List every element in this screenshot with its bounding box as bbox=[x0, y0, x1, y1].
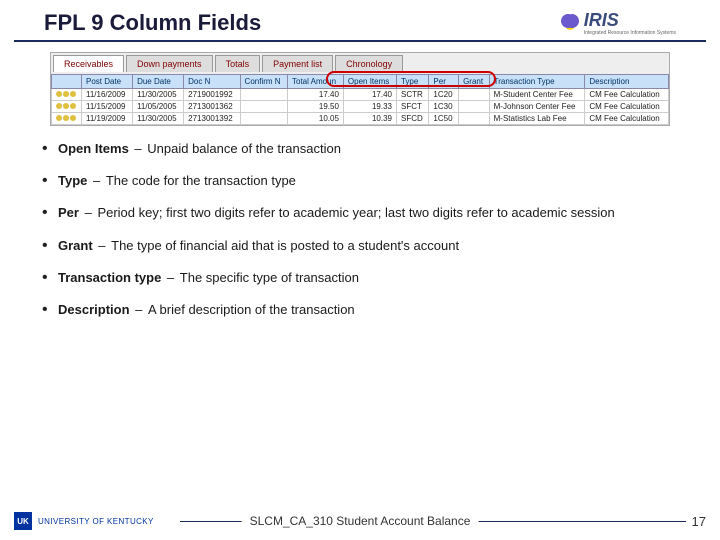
table-row: 11/16/200911/30/2005271900199217.4017.40… bbox=[52, 89, 669, 101]
data-table: Post Date Due Date Doc N Confirm N Total… bbox=[51, 74, 669, 125]
uk-logo: UK UNIVERSITY OF KENTUCKY bbox=[14, 512, 160, 530]
col-total-amount: Total Amoun bbox=[288, 75, 344, 89]
bullet-term: Grant bbox=[58, 238, 93, 253]
bullet-desc: The type of financial aid that is posted… bbox=[111, 238, 459, 253]
row-status-icon bbox=[52, 101, 82, 113]
bullet-item: Per – Period key; first two digits refer… bbox=[36, 204, 684, 222]
field-definitions: Open Items – Unpaid balance of the trans… bbox=[36, 140, 684, 319]
col-confirm-n: Confirm N bbox=[240, 75, 287, 89]
col-grant: Grant bbox=[459, 75, 490, 89]
bullet-term: Type bbox=[58, 173, 87, 188]
col-post-date: Post Date bbox=[82, 75, 133, 89]
bullet-item: Type – The code for the transaction type bbox=[36, 172, 684, 190]
row-status-icon bbox=[52, 113, 82, 125]
tab-down-payments: Down payments bbox=[126, 55, 213, 72]
bullet-item: Transaction type – The specific type of … bbox=[36, 269, 684, 287]
uk-logo-text: UNIVERSITY OF KENTUCKY bbox=[38, 517, 154, 526]
tab-chronology: Chronology bbox=[335, 55, 403, 72]
bullet-item: Grant – The type of financial aid that i… bbox=[36, 237, 684, 255]
page-number: 17 bbox=[686, 514, 706, 529]
bullet-desc: The specific type of transaction bbox=[180, 270, 359, 285]
tab-totals: Totals bbox=[215, 55, 261, 72]
slide-title: FPL 9 Column Fields bbox=[44, 10, 261, 36]
bullet-term: Open Items bbox=[58, 141, 129, 156]
col-type: Type bbox=[396, 75, 428, 89]
table-row: 11/15/200911/05/2005271300136219.5019.33… bbox=[52, 101, 669, 113]
col-open-items: Open Items bbox=[343, 75, 396, 89]
bullet-desc: Period key; first two digits refer to ac… bbox=[97, 205, 614, 220]
tab-payment-list: Payment list bbox=[262, 55, 333, 72]
col-doc-n: Doc N bbox=[184, 75, 240, 89]
tab-receivables: Receivables bbox=[53, 55, 124, 72]
bullet-desc: A brief description of the transaction bbox=[148, 302, 355, 317]
slide-footer: UK UNIVERSITY OF KENTUCKY SLCM_CA_310 St… bbox=[0, 512, 720, 530]
course-code: SLCM_CA_310 Student Account Balance bbox=[242, 514, 479, 528]
bullet-term: Transaction type bbox=[58, 270, 161, 285]
bullet-term: Per bbox=[58, 205, 79, 220]
iris-flower-icon bbox=[560, 13, 580, 33]
bullet-term: Description bbox=[58, 302, 130, 317]
col-description: Description bbox=[585, 75, 669, 89]
table-row: 11/19/200911/30/2005271300139210.0510.39… bbox=[52, 113, 669, 125]
col-transaction-type: Transaction Type bbox=[489, 75, 585, 89]
grid-tabs: Receivables Down payments Totals Payment… bbox=[51, 53, 669, 72]
iris-logo: IRIS Integrated Resource Information Sys… bbox=[560, 10, 676, 36]
uk-badge-icon: UK bbox=[14, 512, 32, 530]
col-per: Per bbox=[429, 75, 459, 89]
bullet-desc: Unpaid balance of the transaction bbox=[147, 141, 341, 156]
bullet-desc: The code for the transaction type bbox=[106, 173, 296, 188]
col-due-date: Due Date bbox=[133, 75, 184, 89]
slide-header: FPL 9 Column Fields IRIS Integrated Reso… bbox=[14, 0, 706, 42]
data-grid-screenshot: Receivables Down payments Totals Payment… bbox=[50, 52, 670, 126]
iris-logo-subtext: Integrated Resource Information Systems bbox=[584, 31, 676, 36]
bullet-item: Description – A brief description of the… bbox=[36, 301, 684, 319]
iris-logo-text: IRIS bbox=[584, 10, 676, 31]
row-status-icon bbox=[52, 89, 82, 101]
bullet-item: Open Items – Unpaid balance of the trans… bbox=[36, 140, 684, 158]
